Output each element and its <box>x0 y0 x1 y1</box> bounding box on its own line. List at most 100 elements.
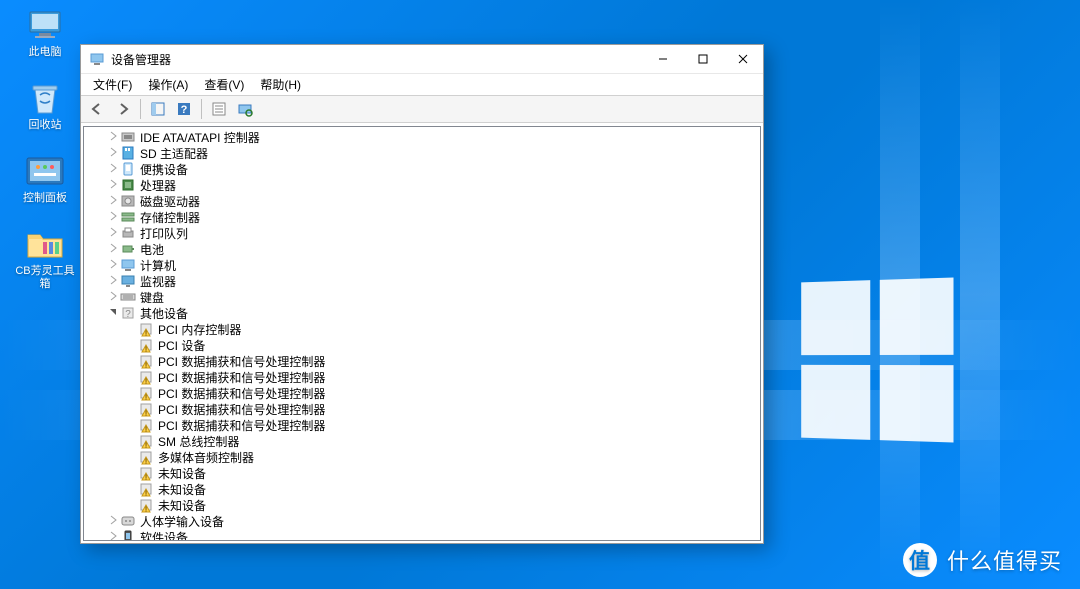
tree-device-label: SM 总线控制器 <box>158 433 239 450</box>
tree-device[interactable]: !PCI 数据捕获和信号处理控制器 <box>84 401 760 417</box>
expand-arrow-icon[interactable] <box>106 531 120 542</box>
expand-arrow-icon[interactable] <box>106 243 120 256</box>
tree-category[interactable]: 磁盘驱动器 <box>84 193 760 209</box>
tree-device-label: 未知设备 <box>158 497 206 514</box>
unknown-device-warning-icon: ! <box>138 497 154 513</box>
tree-device[interactable]: !PCI 数据捕获和信号处理控制器 <box>84 369 760 385</box>
toolbar-separator <box>201 99 202 119</box>
computer-icon <box>120 257 136 273</box>
toolbar-separator <box>140 99 141 119</box>
expand-arrow-icon[interactable] <box>106 147 120 160</box>
device-tree[interactable]: IDE ATA/ATAPI 控制器SD 主适配器便携设备处理器磁盘驱动器存储控制… <box>83 126 761 541</box>
unknown-device-warning-icon: ! <box>138 481 154 497</box>
tree-device[interactable]: !PCI 内存控制器 <box>84 321 760 337</box>
svg-text:?: ? <box>181 104 188 116</box>
expand-arrow-icon[interactable] <box>106 195 120 208</box>
maximize-button[interactable] <box>683 45 723 73</box>
expand-arrow-icon[interactable] <box>106 515 120 528</box>
watermark-text: 什么值得买 <box>947 544 1062 576</box>
tree-device[interactable]: !多媒体音频控制器 <box>84 449 760 465</box>
tree-device-label: 未知设备 <box>158 465 206 482</box>
tree-category[interactable]: 处理器 <box>84 177 760 193</box>
tree-device[interactable]: !未知设备 <box>84 465 760 481</box>
tree-category[interactable]: ? 其他设备 <box>84 305 760 321</box>
portable-icon <box>120 161 136 177</box>
tree-category[interactable]: 监视器 <box>84 273 760 289</box>
tree-device-label: PCI 数据捕获和信号处理控制器 <box>158 385 325 402</box>
desktop-icon-label: CB芳灵工具箱 <box>10 265 80 291</box>
desktop-icons: 此电脑 回收站 控制面板 CB芳灵工具箱 <box>10 8 80 313</box>
toolbar: ? <box>81 95 763 123</box>
menu-action[interactable]: 操作(A) <box>140 74 196 95</box>
expand-arrow-icon[interactable] <box>106 227 120 240</box>
tree-device-label: 未知设备 <box>158 481 206 498</box>
unknown-device-warning-icon: ! <box>138 369 154 385</box>
scan-hardware-button[interactable] <box>233 97 257 121</box>
tree-device[interactable]: !未知设备 <box>84 497 760 513</box>
minimize-button[interactable] <box>643 45 683 73</box>
expand-arrow-icon[interactable] <box>106 275 120 288</box>
tree-category-label: 监视器 <box>140 273 176 290</box>
help-button[interactable]: ? <box>172 97 196 121</box>
tree-category[interactable]: 打印队列 <box>84 225 760 241</box>
desktop-icon-control-panel[interactable]: 控制面板 <box>10 154 80 205</box>
tree-category[interactable]: 软件设备 <box>84 529 760 541</box>
unknown-device-warning-icon: ! <box>138 401 154 417</box>
unknown-device-warning-icon: ! <box>138 465 154 481</box>
desktop-icon-toolbox[interactable]: CB芳灵工具箱 <box>10 227 80 291</box>
battery-icon <box>120 241 136 257</box>
tree-category-label: IDE ATA/ATAPI 控制器 <box>140 129 260 146</box>
tree-category-label: 存储控制器 <box>140 209 200 226</box>
expand-arrow-icon[interactable] <box>106 307 120 320</box>
storage-icon <box>120 209 136 225</box>
content-area: IDE ATA/ATAPI 控制器SD 主适配器便携设备处理器磁盘驱动器存储控制… <box>81 123 763 543</box>
expand-arrow-icon[interactable] <box>106 163 120 176</box>
tree-device[interactable]: !PCI 设备 <box>84 337 760 353</box>
tree-category[interactable]: 存储控制器 <box>84 209 760 225</box>
tree-category[interactable]: SD 主适配器 <box>84 145 760 161</box>
tree-category-label: 其他设备 <box>140 305 188 322</box>
menu-file[interactable]: 文件(F) <box>85 74 140 95</box>
app-icon <box>89 51 105 67</box>
unknown-device-warning-icon: ! <box>138 321 154 337</box>
expand-arrow-icon[interactable] <box>106 291 120 304</box>
properties-button[interactable] <box>207 97 231 121</box>
menu-help[interactable]: 帮助(H) <box>252 74 309 95</box>
expand-arrow-icon[interactable] <box>106 259 120 272</box>
expand-arrow-icon[interactable] <box>106 131 120 144</box>
tree-device[interactable]: !未知设备 <box>84 481 760 497</box>
tree-category-label: 计算机 <box>140 257 176 274</box>
tree-device-label: PCI 数据捕获和信号处理控制器 <box>158 369 325 386</box>
tree-category-label: 人体学输入设备 <box>140 513 224 530</box>
back-button[interactable] <box>85 97 109 121</box>
control-panel-icon <box>25 154 65 188</box>
expand-arrow-icon[interactable] <box>106 179 120 192</box>
tree-category[interactable]: 便携设备 <box>84 161 760 177</box>
forward-button[interactable] <box>111 97 135 121</box>
desktop-icon-recycle-bin[interactable]: 回收站 <box>10 81 80 132</box>
desktop-icon-this-pc[interactable]: 此电脑 <box>10 8 80 59</box>
svg-text:?: ? <box>125 309 131 320</box>
bg-beam <box>960 0 1000 589</box>
menu-view[interactable]: 查看(V) <box>196 74 252 95</box>
tree-category-label: SD 主适配器 <box>140 145 208 162</box>
windows-logo-icon <box>801 277 953 442</box>
tree-category[interactable]: 计算机 <box>84 257 760 273</box>
expand-arrow-icon[interactable] <box>106 211 120 224</box>
tree-device[interactable]: !PCI 数据捕获和信号处理控制器 <box>84 353 760 369</box>
tree-category[interactable]: 电池 <box>84 241 760 257</box>
computer-icon <box>25 8 65 42</box>
titlebar[interactable]: 设备管理器 <box>81 45 763 73</box>
tree-device[interactable]: !PCI 数据捕获和信号处理控制器 <box>84 417 760 433</box>
tree-category-label: 便携设备 <box>140 161 188 178</box>
desktop-icon-label: 回收站 <box>10 119 80 132</box>
tree-device-label: PCI 数据捕获和信号处理控制器 <box>158 353 325 370</box>
tree-category[interactable]: 人体学输入设备 <box>84 513 760 529</box>
tree-category[interactable]: IDE ATA/ATAPI 控制器 <box>84 129 760 145</box>
close-button[interactable] <box>723 45 763 73</box>
tree-device[interactable]: !SM 总线控制器 <box>84 433 760 449</box>
show-hide-console-tree-button[interactable] <box>146 97 170 121</box>
tree-category[interactable]: 键盘 <box>84 289 760 305</box>
tree-category-label: 软件设备 <box>140 529 188 542</box>
tree-device[interactable]: !PCI 数据捕获和信号处理控制器 <box>84 385 760 401</box>
